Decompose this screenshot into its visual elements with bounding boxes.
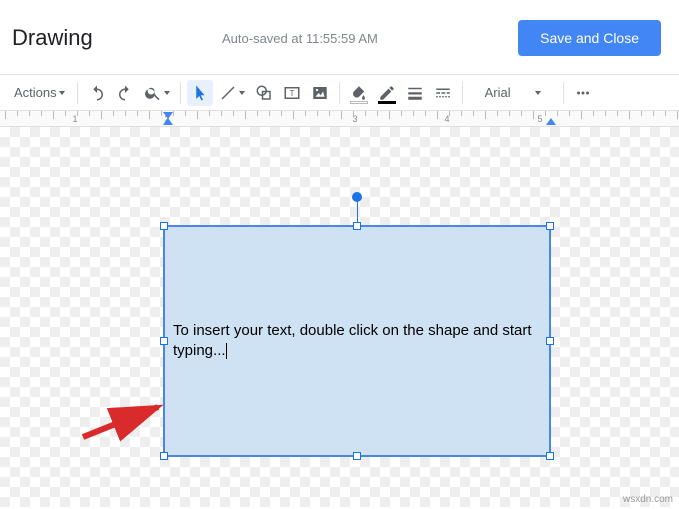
actions-label: Actions (14, 85, 57, 100)
caret-down-icon (239, 91, 245, 95)
border-swatch (378, 101, 396, 104)
shape-icon (255, 84, 273, 102)
toolbar-separator (563, 82, 564, 104)
zoom-button[interactable] (140, 80, 174, 106)
more-icon (574, 84, 592, 102)
more-options-button[interactable] (570, 80, 596, 106)
shape-text-content[interactable]: To insert your text, double click on the… (173, 321, 541, 362)
autosave-status: Auto-saved at 11:55:59 AM (222, 31, 378, 46)
image-tool-button[interactable] (307, 80, 333, 106)
rotate-handle[interactable] (352, 192, 362, 202)
svg-text:T: T (289, 89, 294, 98)
dialog-title: Drawing (12, 25, 93, 51)
dialog-header: Drawing Auto-saved at 11:55:59 AM Save a… (0, 0, 679, 74)
toolbar-separator (180, 82, 181, 104)
rectangle-shape[interactable]: To insert your text, double click on the… (163, 225, 551, 457)
border-dash-icon (434, 84, 452, 102)
shape-text: To insert your text, double click on the… (173, 322, 532, 359)
redo-button[interactable] (112, 80, 138, 106)
font-name: Arial (485, 85, 511, 100)
caret-down-icon (164, 91, 170, 95)
save-and-close-button[interactable]: Save and Close (518, 20, 661, 56)
resize-handle-nw[interactable] (160, 222, 168, 230)
undo-icon (88, 84, 106, 102)
actions-menu[interactable]: Actions (8, 80, 71, 106)
watermark: wsxdn.com (623, 494, 673, 505)
fill-icon (350, 84, 368, 102)
undo-button[interactable] (84, 80, 110, 106)
resize-handle-ne[interactable] (546, 222, 554, 230)
line-icon (219, 84, 237, 102)
pencil-icon (378, 84, 396, 102)
toolbar: Actions T Aria (0, 75, 679, 111)
select-icon (191, 84, 209, 102)
image-icon (311, 84, 329, 102)
select-tool-button[interactable] (187, 80, 213, 106)
fill-color-button[interactable] (346, 80, 372, 106)
resize-handle-s[interactable] (353, 452, 361, 460)
toolbar-separator (77, 82, 78, 104)
drawing-canvas[interactable]: To insert your text, double click on the… (0, 127, 679, 507)
right-indent-marker[interactable] (546, 118, 556, 125)
border-dash-button[interactable] (430, 80, 456, 106)
toolbar-separator (462, 82, 463, 104)
shape-tool-button[interactable] (251, 80, 277, 106)
resize-handle-e[interactable] (546, 337, 554, 345)
resize-handle-n[interactable] (353, 222, 361, 230)
border-color-button[interactable] (374, 80, 400, 106)
font-selector[interactable]: Arial (469, 80, 557, 106)
fill-swatch (350, 101, 368, 104)
resize-handle-sw[interactable] (160, 452, 168, 460)
horizontal-ruler[interactable]: 1 2 3 4 5 (0, 111, 679, 127)
zoom-icon (144, 84, 162, 102)
caret-down-icon (535, 91, 541, 95)
caret-down-icon (59, 91, 65, 95)
border-weight-button[interactable] (402, 80, 428, 106)
redo-icon (116, 84, 134, 102)
resize-handle-se[interactable] (546, 452, 554, 460)
border-weight-icon (406, 84, 424, 102)
line-tool-button[interactable] (215, 80, 249, 106)
ruler-label: 5 (537, 114, 542, 124)
textbox-tool-button[interactable]: T (279, 80, 305, 106)
toolbar-separator (339, 82, 340, 104)
textbox-icon: T (283, 84, 301, 102)
resize-handle-w[interactable] (160, 337, 168, 345)
text-cursor (226, 343, 227, 359)
left-indent-marker[interactable] (163, 118, 173, 125)
